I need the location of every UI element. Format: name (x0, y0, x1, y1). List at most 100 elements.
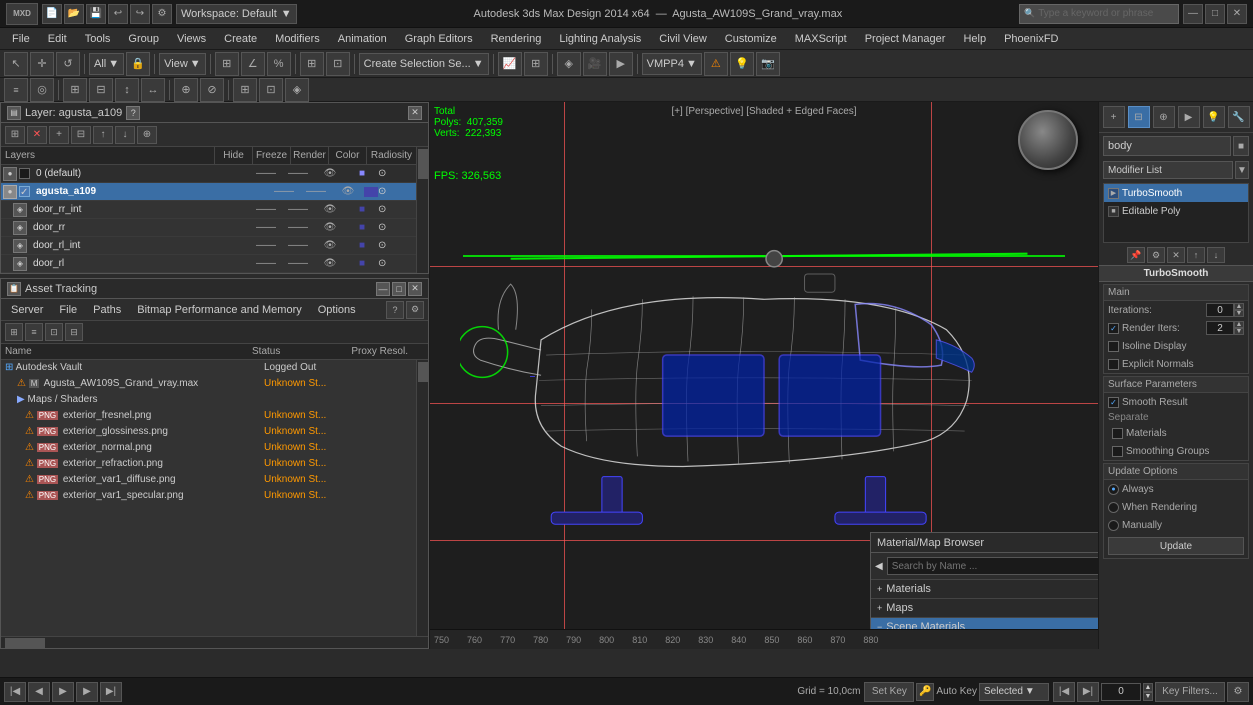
menu-phoenixfd[interactable]: PhoenixFD (996, 29, 1066, 49)
open-button[interactable]: 📂 (64, 4, 84, 24)
mirror-tool[interactable]: ⊞ (300, 52, 324, 76)
select-filter-dropdown[interactable]: All▼ (89, 53, 124, 75)
layers-tb-btn5[interactable]: ↑ (93, 126, 113, 144)
layers-help-btn[interactable]: ? (126, 106, 140, 120)
menu-modifiers[interactable]: Modifiers (267, 29, 328, 49)
tb2-btn7[interactable]: ⊞ (233, 78, 257, 102)
align-tool[interactable]: ⊡ (326, 52, 350, 76)
asset-row-maps[interactable]: ▶ Maps / Shaders (1, 392, 428, 408)
curve-editor[interactable]: 📈 (498, 52, 522, 76)
menu-help[interactable]: Help (955, 29, 994, 49)
mod-pin-btn[interactable]: 📌 (1127, 247, 1145, 263)
asset-menu-bitmap[interactable]: Bitmap Performance and Memory (131, 302, 307, 318)
hierarchy-tab[interactable]: ⊕ (1153, 106, 1175, 128)
asset-view-2[interactable]: ≡ (25, 323, 43, 341)
object-color-swatch[interactable]: ■ (1233, 136, 1249, 156)
prev-key-btn[interactable]: |◀ (1053, 682, 1075, 702)
layers-tb-btn2[interactable]: ✕ (27, 126, 47, 144)
snap-toggle[interactable]: ⊞ (215, 52, 239, 76)
menu-group[interactable]: Group (120, 29, 167, 49)
asset-icon-1[interactable]: ? (386, 301, 404, 319)
view-dropdown[interactable]: View▼ (159, 53, 206, 75)
modifier-list-arrow[interactable]: ▼ (1235, 161, 1249, 179)
tb2-btn6[interactable]: ⊘ (200, 78, 224, 102)
display-btn[interactable]: ◎ (30, 78, 54, 102)
mod-up-btn[interactable]: ↑ (1187, 247, 1205, 263)
asset-close-btn[interactable]: ✕ (408, 282, 422, 296)
tb2-btn1[interactable]: ⊞ (63, 78, 87, 102)
menu-create[interactable]: Create (216, 29, 265, 49)
render-iters-value[interactable]: 2 (1206, 321, 1234, 335)
settings-button[interactable]: ⚙ (152, 4, 172, 24)
next-frame-btn[interactable]: ▶ (76, 682, 98, 702)
asset-minimize-btn[interactable]: — (376, 282, 390, 296)
asset-menu-paths[interactable]: Paths (87, 302, 127, 318)
frame-input[interactable]: 0 (1101, 683, 1141, 701)
mod-cfg-btn[interactable]: ⚙ (1147, 247, 1165, 263)
next-key-btn[interactable]: ▶| (1077, 682, 1099, 702)
layers-scroll-thumb[interactable] (418, 149, 428, 179)
prev-frame-btn[interactable]: ◀ (28, 682, 50, 702)
asset-row-var1-specular[interactable]: ⚠ PNG exterior_var1_specular.png Unknown… (1, 488, 428, 504)
tb2-btn4[interactable]: ↔ (141, 78, 165, 102)
set-key-btn[interactable]: Set Key (864, 682, 914, 702)
tb2-btn8[interactable]: ⊡ (259, 78, 283, 102)
go-to-end-btn[interactable]: ▶| (100, 682, 122, 702)
mat-search-input[interactable] (887, 557, 1098, 575)
redo-button[interactable]: ↪ (130, 4, 150, 24)
tb2-btn9[interactable]: ◈ (285, 78, 309, 102)
always-radio[interactable]: ● (1108, 484, 1119, 495)
time-cfg-btn[interactable]: ⚙ (1227, 682, 1249, 702)
asset-row-main-file[interactable]: ⚠ M Agusta_AW109S_Grand_vray.max Unknown… (1, 376, 428, 392)
play-btn[interactable]: ▶ (52, 682, 74, 702)
workspace-dropdown[interactable]: Workspace: Default ▼ (176, 4, 297, 24)
search-box[interactable]: 🔍 Type a keyword or phrase (1019, 4, 1179, 24)
tb2-btn3[interactable]: ↕ (115, 78, 139, 102)
frame-down-btn[interactable]: ▼ (1143, 692, 1153, 701)
render-iters-checkbox[interactable]: ✓ (1108, 323, 1119, 334)
motion-tab[interactable]: ▶ (1178, 106, 1200, 128)
menu-tools[interactable]: Tools (77, 29, 119, 49)
tb2-btn5[interactable]: ⊕ (174, 78, 198, 102)
schematic-view[interactable]: ⊞ (524, 52, 548, 76)
when-rendering-radio[interactable] (1108, 502, 1119, 513)
mod-remove-btn[interactable]: ✕ (1167, 247, 1185, 263)
asset-row-glossiness[interactable]: ⚠ PNG exterior_glossiness.png Unknown St… (1, 424, 428, 440)
modify-tab[interactable]: ⊟ (1128, 106, 1150, 128)
percent-snap[interactable]: % (267, 52, 291, 76)
layer-row-door-rl-int[interactable]: ◈ door_rl_int —— —— 👁 ■ ⊙ (1, 237, 428, 255)
menu-edit[interactable]: Edit (40, 29, 75, 49)
materials-checkbox[interactable] (1112, 428, 1123, 439)
mat-section-maps-header[interactable]: + Maps (871, 599, 1098, 617)
object-name-field[interactable]: body (1103, 136, 1231, 156)
menu-graph-editors[interactable]: Graph Editors (397, 29, 481, 49)
menu-rendering[interactable]: Rendering (483, 29, 550, 49)
isoline-checkbox[interactable] (1108, 341, 1119, 352)
selection-set-dropdown[interactable]: Create Selection Se...▼ (359, 53, 489, 75)
menu-maxscript[interactable]: MAXScript (787, 29, 855, 49)
asset-scrollbar[interactable] (416, 360, 428, 636)
frame-up-btn[interactable]: ▲ (1143, 683, 1153, 692)
undo-button[interactable]: ↩ (108, 4, 128, 24)
mod-down-btn[interactable]: ↓ (1207, 247, 1225, 263)
iter-down-btn[interactable]: ▼ (1234, 310, 1244, 317)
asset-restore-btn[interactable]: □ (392, 282, 406, 296)
layer-agusta-checkbox[interactable]: ✓ (19, 186, 30, 197)
menu-lighting[interactable]: Lighting Analysis (551, 29, 649, 49)
asset-row-fresnel[interactable]: ⚠ PNG exterior_fresnel.png Unknown St... (1, 408, 428, 424)
layer-row-default[interactable]: ● 0 (default) —— —— 👁 ■ ⊙ (1, 165, 428, 183)
iter-up-btn[interactable]: ▲ (1234, 303, 1244, 310)
new-button[interactable]: 📄 (42, 4, 62, 24)
asset-row-normal[interactable]: ⚠ PNG exterior_normal.png Unknown St... (1, 440, 428, 456)
menu-civil[interactable]: Civil View (651, 29, 714, 49)
modifier-editable-poly[interactable]: ■ Editable Poly (1104, 202, 1248, 220)
asset-icon-2[interactable]: ⚙ (406, 301, 424, 319)
asset-scroll-thumb[interactable] (418, 362, 428, 382)
update-button[interactable]: Update (1108, 537, 1244, 555)
turbosmooth-expand[interactable]: ▶ (1108, 188, 1119, 199)
menu-project[interactable]: Project Manager (857, 29, 954, 49)
menu-views[interactable]: Views (169, 29, 214, 49)
move-tool[interactable]: ✛ (30, 52, 54, 76)
layer-row-agusta[interactable]: ● ✓ agusta_a109 —— —— 👁 ⊙ (1, 183, 428, 201)
save-button[interactable]: 💾 (86, 4, 106, 24)
